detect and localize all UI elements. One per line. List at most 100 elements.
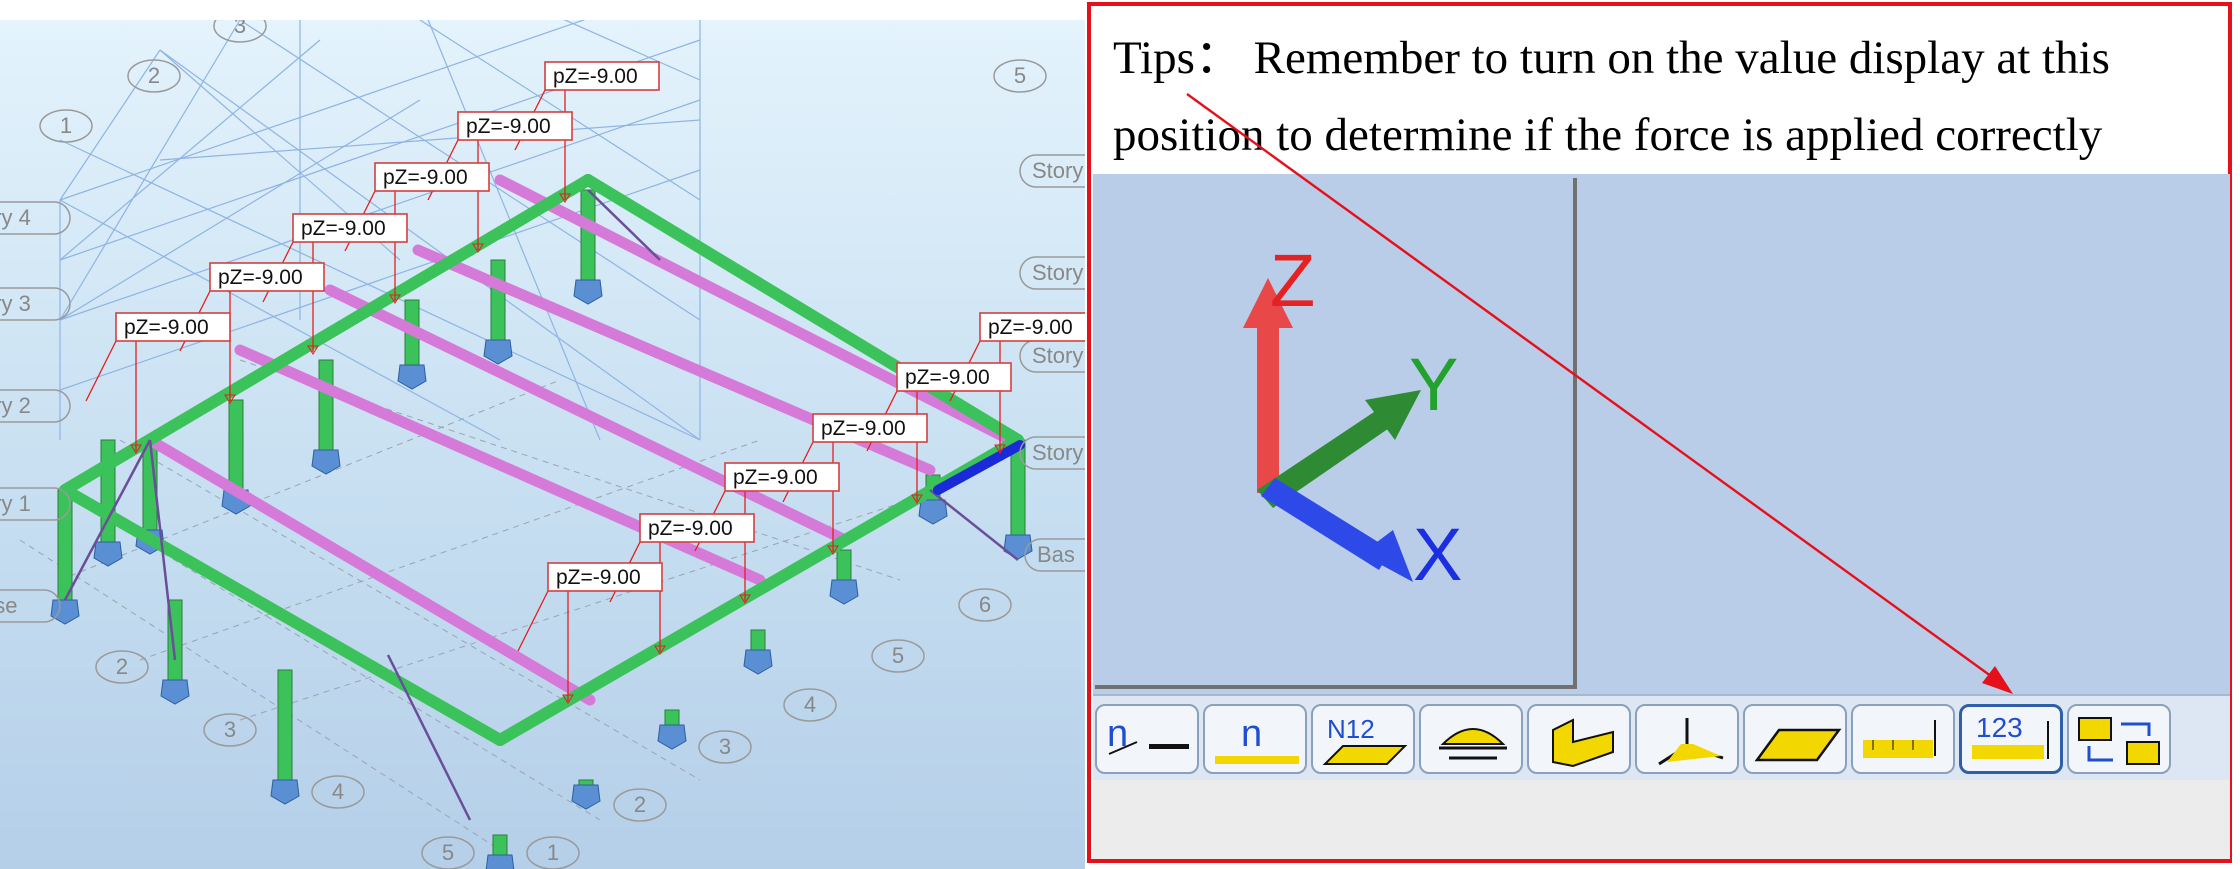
toolbar-button-local-axis[interactable] bbox=[1527, 704, 1631, 774]
svg-text:pZ=-9.00: pZ=-9.00 bbox=[648, 517, 733, 540]
tips-panel: Tips： Remember to turn on the value disp… bbox=[1087, 2, 2232, 863]
svg-text:ory 2: ory 2 bbox=[0, 393, 31, 418]
grid-label-front-3: 5 bbox=[421, 836, 475, 869]
load-display-icon bbox=[1863, 720, 1936, 758]
story-label-right-3: Story bbox=[1019, 436, 1085, 470]
grid-label-left-3: 3 bbox=[213, 20, 267, 43]
column bbox=[318, 359, 334, 451]
toolbar-button-plate-number[interactable]: N12 bbox=[1311, 704, 1415, 774]
svg-text:n: n bbox=[1241, 713, 1262, 755]
column bbox=[277, 669, 293, 781]
grid-label-front-4: 1 bbox=[526, 836, 580, 869]
toolbar-button-element-number[interactable]: n bbox=[1203, 704, 1307, 774]
toolbar-button-node-number[interactable]: n bbox=[1095, 704, 1199, 774]
svg-text:Bas: Bas bbox=[1037, 542, 1075, 567]
footing bbox=[397, 364, 427, 390]
svg-text:pZ=-9.00: pZ=-9.00 bbox=[821, 417, 906, 440]
svg-text:N12: N12 bbox=[1327, 714, 1375, 744]
grid-label-right-2: 4 bbox=[783, 688, 837, 722]
svg-text:4: 4 bbox=[804, 692, 816, 717]
load-value-label: pZ=-9.00 bbox=[374, 162, 490, 192]
svg-text:pZ=-9.00: pZ=-9.00 bbox=[218, 266, 303, 289]
svg-text:5: 5 bbox=[1014, 63, 1026, 88]
svg-text:4: 4 bbox=[332, 779, 344, 804]
svg-text:Story: Story bbox=[1032, 260, 1083, 285]
grid-label-right-4: 6 bbox=[958, 588, 1012, 622]
svg-text:n: n bbox=[1107, 713, 1128, 755]
grid-label-right-3: 5 bbox=[871, 639, 925, 673]
footing bbox=[829, 579, 859, 605]
load-value-label: pZ=-9.00 bbox=[115, 312, 231, 342]
svg-text:5: 5 bbox=[442, 840, 454, 865]
footing bbox=[270, 779, 300, 805]
svg-text:1: 1 bbox=[60, 113, 72, 138]
grid-label-left-2: 2 bbox=[127, 59, 181, 93]
footing bbox=[160, 679, 190, 705]
svg-text:pZ=-9.00: pZ=-9.00 bbox=[733, 466, 818, 489]
footing bbox=[93, 541, 123, 567]
footing bbox=[573, 279, 603, 305]
plate-icon bbox=[1754, 728, 1842, 762]
grid-label-top-5: 5 bbox=[993, 59, 1047, 93]
axis-x-label: X bbox=[1413, 513, 1462, 596]
svg-text:pZ=-9.00: pZ=-9.00 bbox=[556, 566, 641, 589]
svg-text:pZ=-9.00: pZ=-9.00 bbox=[466, 115, 551, 138]
story-label-left-4: ase bbox=[0, 589, 61, 623]
footing bbox=[311, 449, 341, 475]
load-value-label: pZ=-9.00 bbox=[292, 213, 408, 243]
model-viewport[interactable]: 1 2 3 5 2 3 4 5 1 2 3 4 5 6 ory 4 ory 3 ory 2 ory 1 ase Sto… bbox=[0, 20, 1085, 869]
axis-z-label: Z bbox=[1270, 239, 1315, 322]
toolbar-button-load-value[interactable]: 123 bbox=[1959, 704, 2063, 774]
toolbar-button-load-display[interactable] bbox=[1851, 704, 1955, 774]
svg-text:2: 2 bbox=[634, 792, 646, 817]
story-label-right-0: Story bbox=[1019, 154, 1085, 188]
toolbar-button-snap[interactable] bbox=[2067, 704, 2171, 774]
toolbar-button-support[interactable] bbox=[1419, 704, 1523, 774]
load-value-label: pZ=-9.00 bbox=[724, 462, 840, 492]
footing bbox=[743, 649, 773, 675]
svg-text:ory 3: ory 3 bbox=[0, 291, 31, 316]
snap-icon bbox=[2078, 717, 2160, 765]
svg-text:Story: Story bbox=[1032, 440, 1083, 465]
node-number-icon: n bbox=[1107, 713, 1189, 755]
column bbox=[580, 189, 596, 281]
svg-text:3: 3 bbox=[224, 717, 236, 742]
load-value-label: pZ=-9.00 bbox=[979, 312, 1085, 342]
toolbar-button-plate[interactable] bbox=[1743, 704, 1847, 774]
tips-line-1: Tips： Remember to turn on the value disp… bbox=[1113, 32, 2110, 84]
grid-label-left-1: 1 bbox=[39, 109, 93, 143]
svg-text:6: 6 bbox=[979, 592, 991, 617]
svg-text:pZ=-9.00: pZ=-9.00 bbox=[383, 166, 468, 189]
svg-text:pZ=-9.00: pZ=-9.00 bbox=[553, 65, 638, 88]
selected-beam bbox=[933, 440, 1025, 495]
load-value-label: pZ=-9.00 bbox=[896, 362, 1012, 392]
svg-text:2: 2 bbox=[148, 63, 160, 88]
svg-text:ase: ase bbox=[0, 593, 17, 618]
footing bbox=[918, 499, 948, 525]
grid-label-front-2: 4 bbox=[311, 775, 365, 809]
column bbox=[750, 629, 766, 651]
structure-model: 1 2 3 5 2 3 4 5 1 2 3 4 5 6 ory 4 ory 3 ory 2 ory 1 ase Sto… bbox=[0, 20, 1085, 869]
load-value-label: pZ=-9.00 bbox=[209, 262, 325, 292]
footing bbox=[485, 854, 515, 869]
column bbox=[492, 834, 508, 856]
svg-text:1: 1 bbox=[547, 840, 559, 865]
member-axis-icon bbox=[1658, 718, 1724, 766]
display-toolbar: n n N12 123 bbox=[1093, 694, 2230, 780]
svg-text:pZ=-9.00: pZ=-9.00 bbox=[124, 316, 209, 339]
tips-text: Tips： Remember to turn on the value disp… bbox=[1113, 20, 2223, 174]
svg-text:pZ=-9.00: pZ=-9.00 bbox=[988, 316, 1073, 339]
svg-text:Story: Story bbox=[1032, 343, 1083, 368]
column bbox=[490, 259, 506, 341]
footing bbox=[50, 599, 80, 625]
load-value-label: pZ=-9.00 bbox=[812, 413, 928, 443]
column bbox=[664, 709, 680, 726]
toolbar-button-member-axis[interactable] bbox=[1635, 704, 1739, 774]
axis-triad-icon: Z Y X bbox=[1243, 239, 1462, 596]
svg-text:ory 1: ory 1 bbox=[0, 491, 31, 516]
bracing bbox=[63, 189, 1019, 821]
load-value-label: pZ=-9.00 bbox=[544, 61, 660, 91]
svg-text:ory 4: ory 4 bbox=[0, 205, 31, 230]
svg-text:pZ=-9.00: pZ=-9.00 bbox=[905, 366, 990, 389]
grid-label-front-0: 2 bbox=[95, 650, 149, 684]
